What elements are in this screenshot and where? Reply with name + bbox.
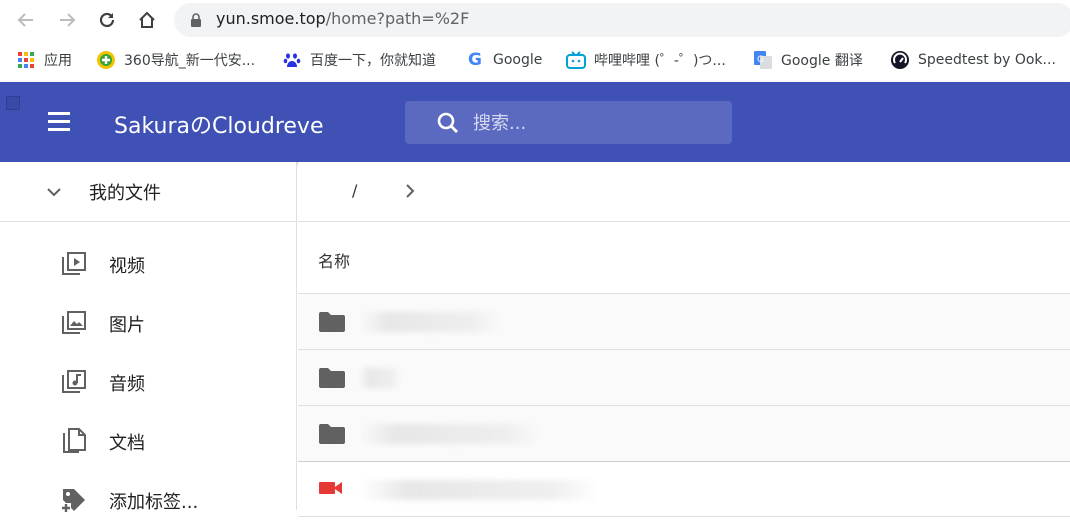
baidu-paw-icon [282, 50, 302, 70]
table-header: 名称 [298, 222, 1070, 294]
url-text: yun.smoe.top/home?path=%2F [216, 9, 469, 28]
music-library-icon [62, 370, 86, 393]
file-name [360, 480, 600, 500]
app-corner-square [6, 96, 20, 110]
breadcrumb-root[interactable]: / [352, 181, 357, 200]
sidebar-item-label: 文档 [109, 433, 145, 454]
bookmark-360[interactable]: 360导航_新一代安... [96, 48, 255, 72]
table-row[interactable] [298, 461, 1070, 517]
search-box[interactable] [405, 101, 732, 144]
sidebar-item-audio[interactable]: 音频 [0, 352, 297, 410]
url-host: yun.smoe.top [216, 9, 326, 28]
sidebar-item-label: 添加标签... [109, 492, 199, 513]
sidebar-my-files[interactable]: 我的文件 [0, 162, 297, 222]
sidebar-header-label: 我的文件 [89, 183, 161, 204]
chevron-right-icon[interactable] [400, 180, 420, 202]
url-path: /home?path=%2F [325, 9, 470, 28]
breadcrumb: / [298, 162, 1070, 222]
bookmark-label: Google [493, 52, 543, 68]
folder-icon [319, 368, 345, 388]
arrow-left-icon [17, 13, 33, 27]
bookmark-label: Google 翻译 [781, 53, 863, 69]
file-name [360, 424, 540, 444]
sidebar-item-images[interactable]: 图片 [0, 293, 297, 351]
bookmark-baidu[interactable]: 百度一下，你就知道 [282, 48, 436, 72]
browser-toolbar: yun.smoe.top/home?path=%2F [0, 0, 1070, 40]
reload-button[interactable] [95, 8, 119, 32]
menu-button[interactable] [44, 109, 74, 135]
bookmark-google-translate[interactable]: G Google 翻译 [753, 48, 863, 72]
file-browser: / 名称 [298, 162, 1070, 517]
google-g-icon: G [468, 50, 482, 70]
app-title[interactable]: SakuraのCloudreve [114, 108, 323, 140]
table-row[interactable] [298, 350, 1070, 406]
sidebar-item-video[interactable]: 视频 [0, 234, 297, 292]
bookmark-speedtest[interactable]: Speedtest by Ook... [890, 48, 1056, 72]
bookmark-label: 哔哩哔哩 (゜-゜)つ... [594, 53, 726, 69]
table-row[interactable] [298, 406, 1070, 462]
speedtest-gauge-icon [890, 50, 910, 70]
search-icon [437, 112, 458, 133]
bookmark-google[interactable]: G Google [465, 48, 542, 72]
reload-icon [99, 12, 115, 28]
home-button[interactable] [135, 8, 159, 32]
search-input[interactable] [473, 109, 713, 137]
sidebar: 我的文件 视频 图片 音频 文档 添加标签... [0, 162, 297, 513]
sidebar-item-add-tag[interactable]: 添加标签... [0, 470, 297, 528]
apps-grid-icon [16, 50, 36, 70]
documents-icon [63, 428, 86, 453]
bookmark-apps[interactable]: 应用 [16, 48, 72, 72]
address-bar[interactable]: yun.smoe.top/home?path=%2F [174, 3, 1070, 37]
file-name [360, 312, 500, 332]
google-translate-icon: G [753, 50, 773, 70]
lock-icon [191, 13, 201, 27]
bookmark-label: 360导航_新一代安... [124, 53, 256, 69]
bookmark-label: 应用 [44, 53, 72, 69]
photo-library-icon [62, 311, 86, 334]
video-camera-icon [319, 482, 342, 494]
svg-text:G: G [757, 55, 764, 65]
file-name [360, 368, 400, 388]
sidebar-item-label: 图片 [109, 315, 145, 336]
bookmarks-bar: 应用 360导航_新一代安... 百度一下，你就知道 G Google 哔哩哔哩… [0, 40, 1070, 82]
app-header: SakuraのCloudreve [0, 82, 1070, 162]
arrow-right-icon [60, 13, 76, 27]
bilibili-tv-icon [566, 50, 586, 70]
sidebar-item-documents[interactable]: 文档 [0, 411, 297, 469]
folder-icon [319, 424, 345, 444]
folder-icon [319, 312, 345, 332]
sidebar-item-label: 音频 [109, 374, 145, 395]
table-row[interactable] [298, 294, 1070, 350]
home-icon [139, 11, 155, 28]
bookmark-bilibili[interactable]: 哔哩哔哩 (゜-゜)つ... [566, 48, 726, 72]
360-icon [96, 50, 116, 70]
forward-button[interactable] [55, 8, 79, 32]
sidebar-item-label: 视频 [109, 256, 145, 277]
menu-icon [48, 112, 70, 115]
video-library-icon [62, 252, 86, 275]
bookmark-label: Speedtest by Ook... [918, 52, 1056, 68]
chevron-down-icon [47, 188, 61, 197]
column-name-header[interactable]: 名称 [318, 248, 350, 272]
bookmark-label: 百度一下，你就知道 [310, 53, 436, 69]
back-button[interactable] [14, 8, 38, 32]
